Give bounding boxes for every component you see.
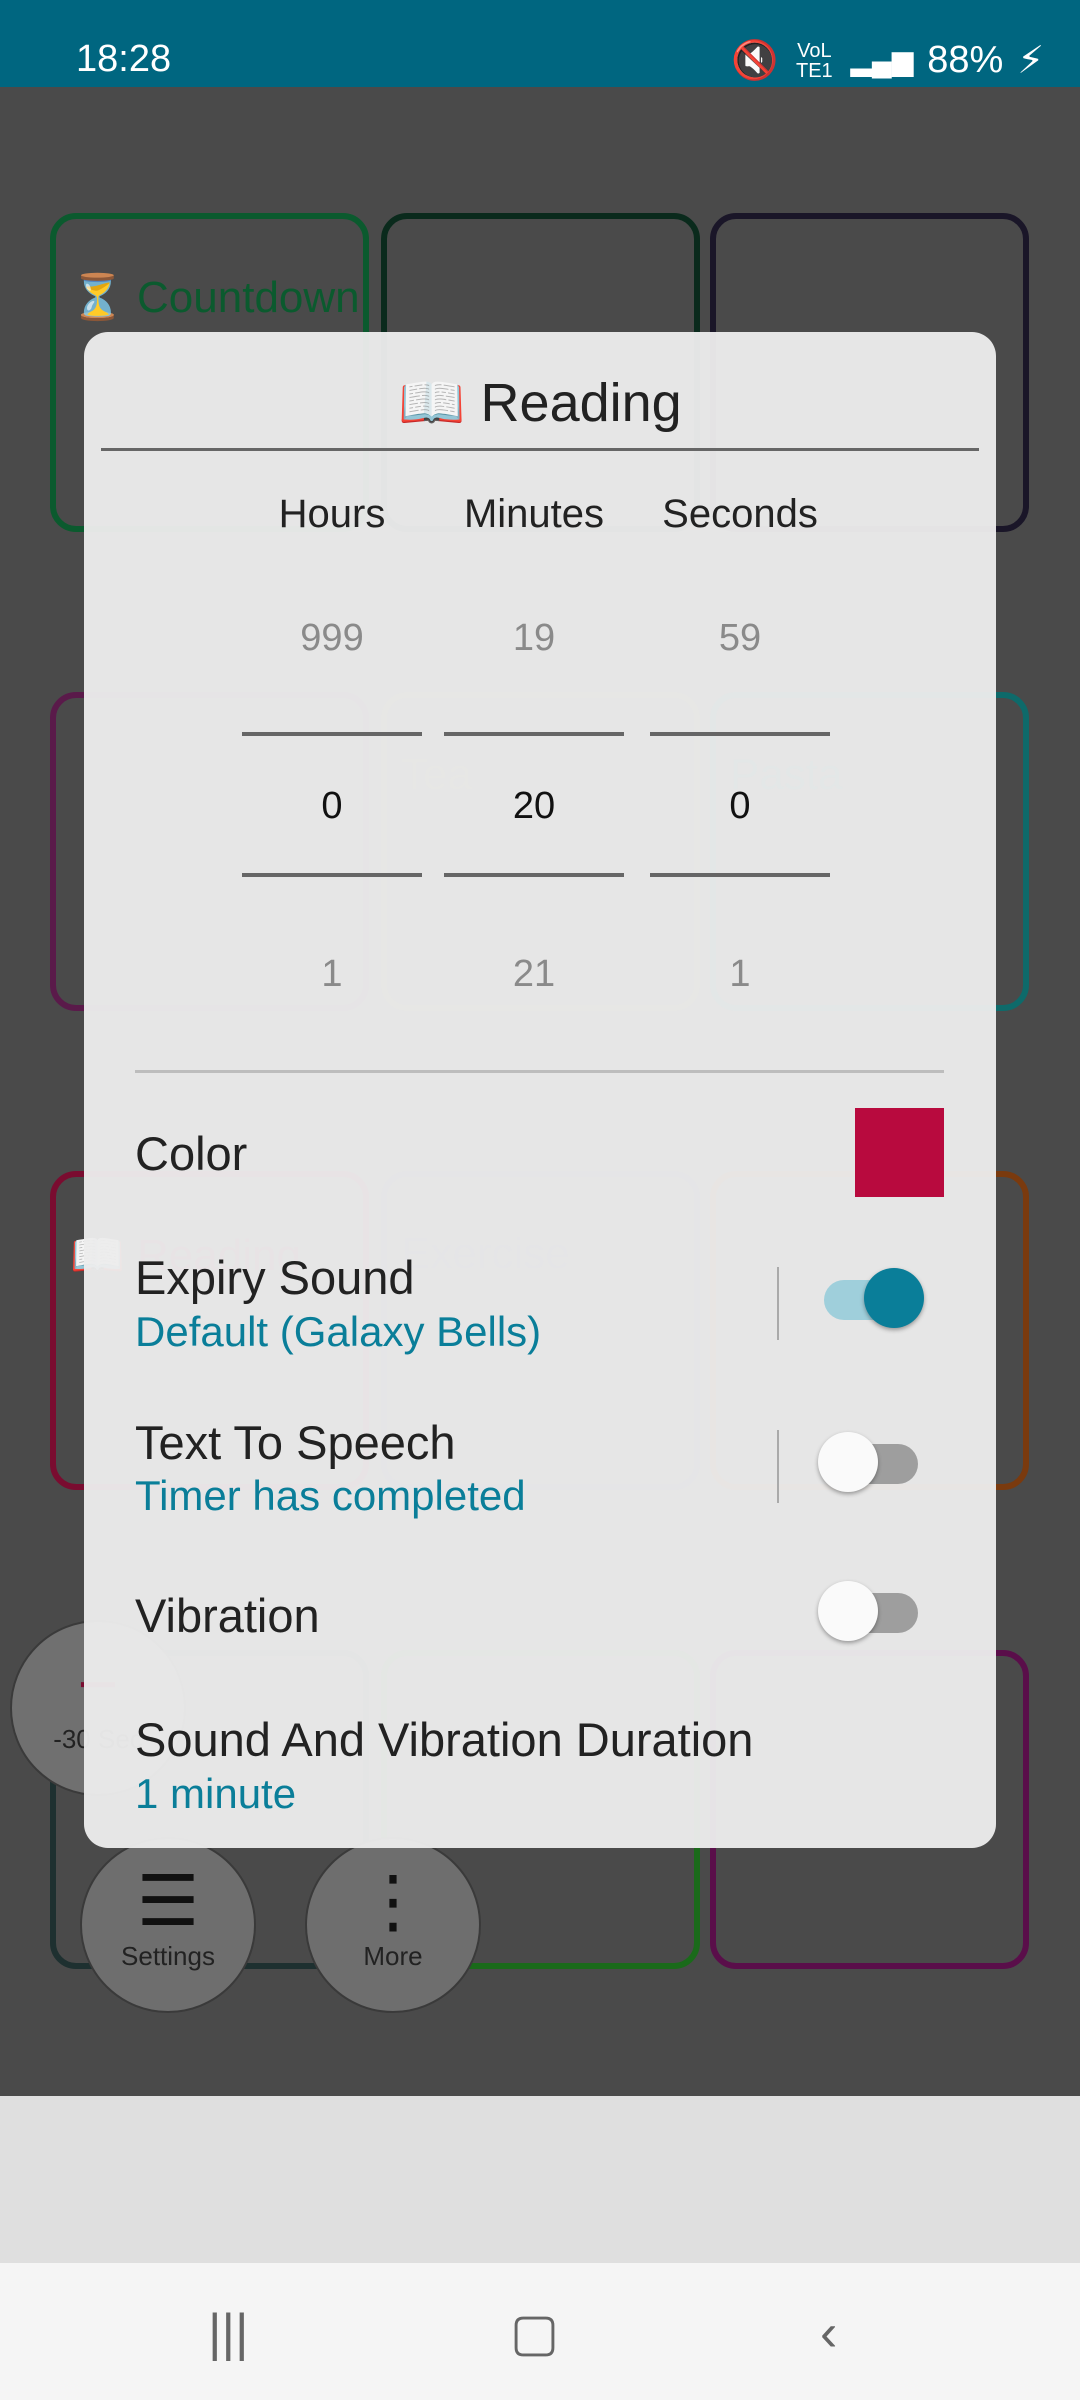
expiry-sound-label: Expiry Sound <box>135 1251 415 1304</box>
timer-edit-dialog: 📖 Reading Hours Minutes Seconds 999 0 1 … <box>84 332 996 1848</box>
seconds-value[interactable]: 0 <box>630 785 850 828</box>
picker-line <box>650 873 830 877</box>
picker-line <box>650 732 830 736</box>
duration-label: Sound And Vibration Duration <box>135 1713 754 1766</box>
settings-button[interactable]: ☰ Settings <box>80 1837 256 2013</box>
tts-label: Text To Speech <box>135 1416 456 1469</box>
seconds-next[interactable]: 1 <box>630 953 850 996</box>
picker-line <box>444 873 624 877</box>
minutes-prev[interactable]: 19 <box>424 617 644 660</box>
bottom-area <box>0 2096 1080 2263</box>
network-type: VoLTE1 <box>796 39 833 82</box>
minutes-value[interactable]: 20 <box>424 785 644 828</box>
hours-header: Hours <box>278 492 386 536</box>
seconds-header: Seconds <box>662 492 818 536</box>
divider <box>777 1430 779 1503</box>
picker-line <box>242 732 422 736</box>
recents-icon[interactable]: ||| <box>208 2303 249 2363</box>
back-icon[interactable]: ‹ <box>820 2303 837 2363</box>
expiry-sound-toggle[interactable] <box>824 1268 924 1328</box>
seconds-prev[interactable]: 59 <box>630 617 850 660</box>
timer-icon: ⏳ <box>70 273 125 322</box>
minutes-next[interactable]: 21 <box>424 953 644 996</box>
hours-next[interactable]: 1 <box>222 953 442 996</box>
divider <box>777 1267 779 1340</box>
tts-toggle[interactable] <box>818 1432 918 1492</box>
hours-prev[interactable]: 999 <box>222 617 442 660</box>
vibration-toggle[interactable] <box>818 1581 918 1641</box>
vibration-label: Vibration <box>135 1589 320 1642</box>
sliders-icon: ☰ <box>136 1862 200 1940</box>
expiry-sound-value: Default (Galaxy Bells) <box>135 1308 542 1355</box>
navigation-bar: ||| ▢ ‹ <box>0 2263 1080 2400</box>
more-vert-icon: ⋮ <box>358 1862 428 1940</box>
more-button[interactable]: ⋮ More <box>305 1837 481 2013</box>
home-icon[interactable]: ▢ <box>510 2303 559 2363</box>
duration-value: 1 minute <box>135 1770 297 1817</box>
minutes-header: Minutes <box>463 492 605 536</box>
signal-icon: ▂▄▆ <box>850 45 914 76</box>
mute-icon: 🔇 <box>731 39 779 82</box>
picker-line <box>242 873 422 877</box>
picker-line <box>444 732 624 736</box>
clock: 18:28 <box>76 38 172 80</box>
battery-charging-icon: ⚡ <box>1017 40 1044 82</box>
battery-level: 88% <box>927 39 1004 81</box>
divider <box>135 1070 944 1073</box>
status-bar: 18:28 🔇 VoLTE1 ▂▄▆ 88% ⚡ <box>0 0 1080 87</box>
timer-name-text: Countdown <box>137 273 360 322</box>
hours-value[interactable]: 0 <box>222 785 442 828</box>
color-label: Color <box>135 1127 248 1180</box>
tts-value: Timer has completed <box>135 1472 526 1519</box>
color-swatch[interactable] <box>855 1108 944 1197</box>
divider <box>101 448 979 451</box>
timer-name: ⏳ Countdown <box>70 271 360 323</box>
dialog-title: 📖 Reading <box>398 373 682 433</box>
